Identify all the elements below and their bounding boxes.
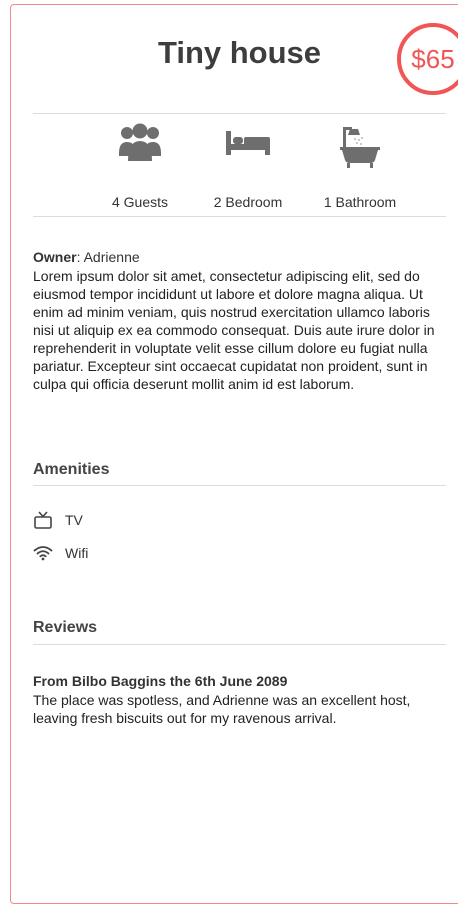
stat-bathroom: 1 Bathroom (305, 123, 415, 210)
stat-guests: 4 Guests (85, 123, 195, 210)
tv-icon (33, 509, 55, 531)
stat-bedroom-label: 2 Bedroom (213, 194, 283, 210)
stat-bathroom-label: 1 Bathroom (323, 194, 397, 210)
stat-bedroom: 2 Bedroom (193, 123, 303, 210)
divider (33, 644, 446, 645)
listing-stats: 4 Guests 2 Bedroom 1 Bathroom (33, 123, 446, 215)
review-text: The place was spotless, and Adrienne was… (33, 692, 411, 726)
divider (33, 485, 446, 486)
stat-guests-label: 4 Guests (111, 194, 169, 210)
guests-icon (85, 123, 195, 169)
listing-card: Tiny house $65 4 Guests 2 Bedroom 1 Bath… (10, 4, 458, 904)
review-title: From Bilbo Baggins the 6th June 2089 (33, 673, 288, 689)
reviews-heading: Reviews (33, 619, 98, 636)
amenity-tv: TV (33, 509, 83, 531)
owner-line: Owner: Adrienne (33, 249, 140, 265)
price-badge: $65 (397, 23, 458, 95)
bathtub-icon (305, 123, 415, 169)
divider (33, 216, 446, 217)
listing-title: Tiny house (157, 35, 322, 70)
owner-name: Adrienne (83, 249, 140, 265)
bed-icon (193, 123, 303, 169)
amenity-label: TV (65, 512, 83, 528)
amenity-label: Wifi (65, 545, 89, 561)
owner-label: Owner (33, 249, 77, 265)
listing-description: Lorem ipsum dolor sit amet, consectetur … (33, 268, 435, 392)
amenities-heading: Amenities (33, 461, 110, 478)
divider (33, 113, 446, 114)
amenity-wifi: Wifi (33, 542, 88, 564)
wifi-icon (33, 542, 55, 564)
